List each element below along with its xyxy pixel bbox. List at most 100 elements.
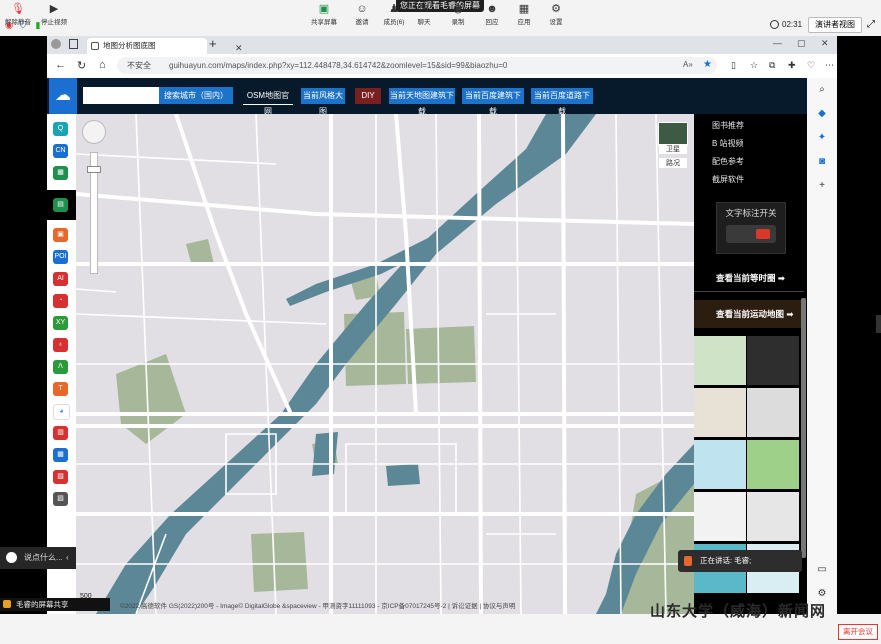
road-icon[interactable]: Λ — [53, 360, 68, 374]
pie-chart-icon[interactable]: ◔ — [53, 294, 68, 308]
home-icon[interactable]: ⌂ — [99, 59, 106, 71]
settings-gear-icon[interactable]: ⚙ — [816, 588, 828, 600]
fullscreen-icon[interactable]: ⤢ — [866, 20, 876, 30]
style-thumb-4[interactable] — [747, 388, 799, 437]
minimize-icon[interactable]: — — [773, 38, 782, 48]
reaction-button[interactable]: ☻ 回应 — [474, 2, 510, 26]
apps-icon: ▦ — [518, 3, 530, 15]
lake — [386, 464, 420, 486]
misc-tool-icon[interactable]: ▨ — [53, 492, 68, 506]
more-menu-icon[interactable]: ⋯ — [825, 60, 834, 71]
maximize-icon[interactable]: ▢ — [797, 38, 806, 49]
invite-button[interactable]: ☺ 邀请 — [344, 2, 380, 26]
browser-essentials-icon[interactable]: ♡ — [807, 60, 815, 71]
roads-layer-label[interactable]: 路况 — [659, 158, 687, 168]
profile-icon[interactable] — [51, 39, 61, 49]
tag-icon[interactable]: ◆ — [816, 108, 828, 120]
emoji-icon[interactable] — [6, 552, 17, 563]
view-mode-button[interactable]: 演讲者视图 — [808, 17, 862, 33]
label-toggle-switch[interactable] — [726, 225, 776, 243]
favorites-icon[interactable]: ☆ — [750, 60, 758, 71]
style-thumb-2[interactable] — [747, 336, 799, 385]
record-button[interactable]: ◉ 录制 — [440, 2, 476, 26]
map-canvas[interactable] — [76, 114, 694, 614]
collapse-chat-icon[interactable]: ‹ — [66, 547, 69, 569]
browser-tab[interactable]: 地图分析图底图 ✕ — [87, 38, 243, 54]
stop-video-button[interactable]: ▶ 停止视频 — [36, 2, 72, 26]
chat-button[interactable]: ✉ 聊天 — [406, 2, 442, 26]
url-text[interactable]: guihuayun.com/maps/index.php?xy=112.4484… — [169, 57, 507, 74]
favorite-star-icon[interactable]: ★ — [703, 59, 712, 70]
satellite-layer-button[interactable] — [658, 122, 688, 146]
apps-button[interactable]: ▦ 应用 — [506, 2, 542, 26]
style-thumb-7[interactable] — [694, 492, 746, 541]
share-screen-button[interactable]: ▣ 共享屏幕 — [306, 2, 342, 26]
style-large-map-button[interactable]: 当前风格大图 — [301, 88, 345, 116]
style-thumb-3[interactable] — [694, 388, 746, 437]
address-bar[interactable]: 不安全 guihuayun.com/maps/index.php?xy=112.… — [117, 57, 717, 74]
link-color-reference[interactable]: 配色参考 — [712, 156, 744, 167]
unmute-button[interactable]: 🎙 解除静音 — [0, 2, 36, 26]
sport-map-link[interactable]: 查看当前运动地图 ➡ — [694, 300, 804, 328]
isochrone-link[interactable]: 查看当前等时圈 ➡ — [694, 264, 804, 292]
browser-sidebar: ⌕ ◆ ✦ ◙ + ▭ ⚙ — [807, 78, 837, 614]
diy-button[interactable]: DIY — [355, 88, 381, 104]
read-aloud-icon[interactable]: A» — [683, 60, 693, 69]
chrome-icon[interactable]: ◕ — [53, 404, 70, 420]
address-bar-row: ← ↻ ⌂ 不安全 guihuayun.com/maps/index.php?x… — [47, 54, 837, 79]
style-thumb-6[interactable] — [747, 440, 799, 489]
leave-meeting-button[interactable]: 离开会议 — [838, 624, 878, 640]
new-tab-icon[interactable]: + — [209, 36, 217, 51]
baidu-road-download-button[interactable]: 当前百度道路下载 — [531, 88, 593, 116]
zoom-slider-handle[interactable] — [87, 166, 101, 173]
satellite-label[interactable]: 卫星 — [659, 144, 687, 154]
pan-control[interactable] — [82, 120, 106, 144]
text-icon[interactable]: T — [53, 382, 68, 396]
refresh-icon[interactable]: ↻ — [77, 59, 86, 72]
stats-icon[interactable]: ▣ — [53, 228, 68, 242]
chat-input-prompt[interactable]: 说点什么... ‹ — [0, 547, 76, 569]
style-thumb-1[interactable] — [694, 336, 746, 385]
add-icon[interactable]: + — [816, 180, 828, 192]
map-style-icon[interactable]: ▤ — [53, 198, 68, 212]
back-icon[interactable]: ← — [55, 59, 66, 71]
tools-icon[interactable]: ✦ — [816, 132, 828, 144]
collections-icon[interactable]: ⧉ — [769, 60, 775, 71]
extensions-icon[interactable]: ✚ — [788, 60, 796, 71]
link-screenshot-software[interactable]: 截屏软件 — [712, 174, 744, 185]
document-icon[interactable]: ▥ — [53, 426, 68, 440]
layer-icon[interactable]: ▦ — [53, 166, 68, 180]
label-toggle-box: 文字标注开关 — [716, 202, 786, 254]
chat-placeholder: 说点什么... — [24, 553, 63, 562]
speaker-mic-icon — [684, 556, 692, 566]
style-thumb-8[interactable] — [747, 492, 799, 541]
grid-icon[interactable]: ▦ — [53, 448, 68, 462]
search-city-button[interactable]: 搜索城市（国内） — [159, 87, 233, 104]
style-thumb-5[interactable] — [694, 440, 746, 489]
search-tool-icon[interactable]: Q — [53, 122, 68, 136]
sidebar-layout-icon[interactable]: ▭ — [816, 564, 828, 576]
stop-video-label: 停止视频 — [41, 19, 67, 26]
xy-coordinate-icon[interactable]: XY — [53, 316, 68, 330]
link-book-recommend[interactable]: 图书推荐 — [712, 120, 744, 131]
search-icon[interactable]: ⌕ — [816, 84, 828, 96]
tianditu-building-download-button[interactable]: 当前天地图建筑下载 — [389, 88, 455, 116]
poi-icon[interactable]: POI — [53, 250, 68, 264]
ai-icon[interactable]: AI — [53, 272, 68, 286]
settings-button[interactable]: ⚙ 设置 — [538, 2, 574, 26]
tab-actions-icon[interactable] — [69, 39, 78, 49]
split-screen-icon[interactable]: ▯ — [731, 60, 736, 71]
close-window-icon[interactable]: ✕ — [821, 38, 829, 49]
panel-scrollbar[interactable] — [801, 298, 806, 558]
baidu-building-download-button[interactable]: 当前百度建筑下载 — [462, 88, 524, 116]
collapse-right-handle[interactable] — [876, 315, 881, 333]
export-icon[interactable]: ▧ — [53, 470, 68, 484]
bulb-icon[interactable]: ♁ — [53, 338, 68, 352]
outlook-icon[interactable]: ◙ — [816, 156, 828, 168]
site-logo-icon[interactable]: ☁ — [49, 78, 77, 114]
osm-cn-icon[interactable]: CN — [53, 144, 68, 158]
link-bilibili-video[interactable]: B 站视频 — [712, 138, 744, 149]
not-secure-label[interactable]: 不安全 — [127, 57, 151, 74]
osm-site-button[interactable]: OSM地图官网 — [243, 88, 293, 116]
city-search-input[interactable] — [83, 87, 159, 104]
